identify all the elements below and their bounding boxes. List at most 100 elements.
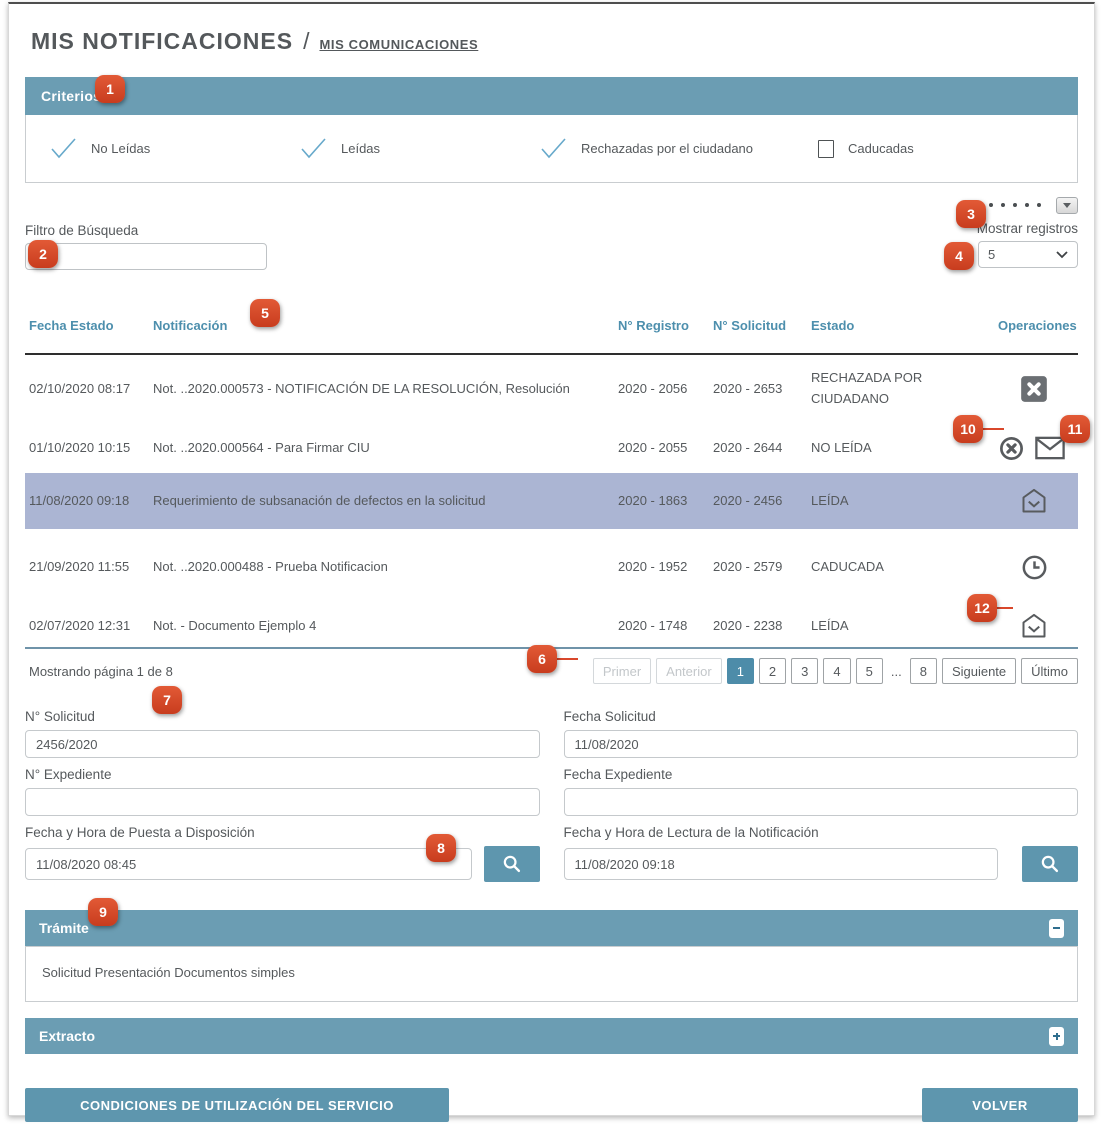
checkbox-checked-icon xyxy=(540,138,567,159)
num-expediente-input[interactable] xyxy=(25,788,540,816)
tramite-content: Solicitud Presentación Documentos simple… xyxy=(42,965,295,980)
row-registro: 2020 - 1748 xyxy=(618,616,713,637)
back-button[interactable]: VOLVER xyxy=(922,1088,1078,1122)
tramite-accordion: Trámite Solicitud Presentación Documento… xyxy=(25,910,1078,1002)
lectura-notificacion-search-button[interactable] xyxy=(1022,846,1078,882)
row-solicitud: 2020 - 2238 xyxy=(713,616,811,637)
row-estado: LEÍDA xyxy=(811,491,998,512)
puesta-disposicion-search-button[interactable] xyxy=(484,846,540,882)
read-envelope-icon[interactable] xyxy=(1020,487,1048,515)
row-estado: LEÍDA xyxy=(811,616,998,637)
column-header-operaciones: Operaciones xyxy=(998,317,1091,343)
tramite-title: Trámite xyxy=(39,920,89,936)
pagination-prev-button[interactable]: Anterior xyxy=(656,658,722,684)
pagination-page-4[interactable]: 4 xyxy=(823,658,850,684)
pagination-page-2[interactable]: 2 xyxy=(759,658,786,684)
row-solicitud: 2020 - 2653 xyxy=(713,379,811,400)
criterios-panel: Criterios No Leídas Leídas Rechazadas po… xyxy=(25,77,1078,183)
lectura-notificacion-input[interactable] xyxy=(564,848,999,880)
checkbox-rechazadas[interactable]: Rechazadas por el ciudadano xyxy=(540,138,818,159)
fecha-expediente-input[interactable] xyxy=(564,788,1079,816)
row-solicitud: 2020 - 2579 xyxy=(713,557,811,578)
table-row[interactable]: 02/07/2020 12:31 Not. - Documento Ejempl… xyxy=(25,605,1078,647)
unread-envelope-icon[interactable] xyxy=(1035,436,1065,460)
extracto-title: Extracto xyxy=(39,1028,95,1044)
table-header-row: Fecha Estado Notificación N° Registro N°… xyxy=(25,309,1078,355)
pagination: Mostrando página 1 de 8 Primer Anterior … xyxy=(25,649,1078,693)
row-fecha: 11/08/2020 09:18 xyxy=(25,491,153,512)
row-solicitud: 2020 - 2456 xyxy=(713,491,811,512)
checkbox-leidas[interactable]: Leídas xyxy=(300,138,540,159)
criterios-title: Criterios xyxy=(41,88,101,104)
mis-comunicaciones-link[interactable]: MIS COMUNICACIONES xyxy=(319,37,478,52)
field-label: Fecha y Hora de Puesta a Disposición xyxy=(25,825,540,840)
footer-actions: CONDICIONES DE UTILIZACIÓN DEL SERVICIO … xyxy=(25,1088,1078,1122)
table-row[interactable]: 02/10/2020 08:17 Not. ..2020.000573 - NO… xyxy=(25,355,1078,423)
conditions-button[interactable]: CONDICIONES DE UTILIZACIÓN DEL SERVICIO xyxy=(25,1088,449,1122)
list-controls: Filtro de Búsqueda Mostrar registros 5 xyxy=(25,195,1078,287)
page-title: MIS NOTIFICACIONES xyxy=(31,28,293,55)
field-fecha-solicitud: Fecha Solicitud xyxy=(564,709,1079,758)
expired-clock-icon[interactable] xyxy=(1021,554,1048,581)
field-fecha-expediente: Fecha Expediente xyxy=(564,767,1079,816)
criterios-header: Criterios xyxy=(25,77,1078,115)
records-controls: Mostrar registros 5 xyxy=(977,195,1078,268)
checkbox-checked-icon xyxy=(300,138,327,159)
row-fecha: 02/07/2020 12:31 xyxy=(25,616,153,637)
row-notificacion: Not. ..2020.000488 - Prueba Notificacion xyxy=(153,557,618,578)
checkbox-unchecked-icon xyxy=(818,140,834,158)
table-row-selected[interactable]: 11/08/2020 09:18 Requerimiento de subsan… xyxy=(25,473,1078,529)
search-filter-input[interactable] xyxy=(25,243,267,270)
row-registro: 2020 - 1863 xyxy=(618,491,713,512)
column-settings-dots xyxy=(977,203,1041,207)
dropdown-arrow-icon xyxy=(1063,203,1071,208)
checkbox-no-leidas[interactable]: No Leídas xyxy=(50,138,300,159)
field-label: N° Solicitud xyxy=(25,709,540,724)
show-records-value: 5 xyxy=(988,247,995,262)
search-filter-group: Filtro de Búsqueda xyxy=(25,223,267,270)
reject-circle-icon[interactable] xyxy=(998,435,1025,462)
pagination-page-5[interactable]: 5 xyxy=(856,658,883,684)
field-label: N° Expediente xyxy=(25,767,540,782)
checkbox-caducadas[interactable]: Caducadas xyxy=(818,140,914,158)
extracto-accordion: Extracto xyxy=(25,1018,1078,1054)
column-header-registro: N° Registro xyxy=(618,317,713,343)
num-solicitud-input[interactable] xyxy=(25,730,540,758)
row-registro: 2020 - 2056 xyxy=(618,379,713,400)
puesta-disposicion-input[interactable] xyxy=(25,848,472,880)
criterios-body: No Leídas Leídas Rechazadas por el ciuda… xyxy=(25,115,1078,183)
pagination-page-3[interactable]: 3 xyxy=(791,658,818,684)
pagination-first-button[interactable]: Primer xyxy=(593,658,651,684)
field-label: Fecha Solicitud xyxy=(564,709,1079,724)
chevron-down-icon xyxy=(1056,251,1068,259)
collapse-minus-icon[interactable] xyxy=(1049,919,1064,938)
pagination-page-8[interactable]: 8 xyxy=(910,658,937,684)
notifications-page: MIS NOTIFICACIONES / MIS COMUNICACIONES … xyxy=(8,2,1095,1116)
pagination-page-1[interactable]: 1 xyxy=(727,658,754,684)
column-header-fecha-estado: Fecha Estado xyxy=(25,317,153,343)
title-separator: / xyxy=(303,28,309,55)
row-registro: 2020 - 1952 xyxy=(618,557,713,578)
fecha-solicitud-input[interactable] xyxy=(564,730,1079,758)
tramite-accordion-body: Solicitud Presentación Documentos simple… xyxy=(25,946,1078,1002)
row-estado: NO LEÍDA xyxy=(811,438,998,459)
extracto-accordion-header[interactable]: Extracto xyxy=(25,1018,1078,1054)
rejected-square-icon[interactable] xyxy=(1020,375,1048,403)
table-row[interactable]: 21/09/2020 11:55 Not. ..2020.000488 - Pr… xyxy=(25,529,1078,605)
row-notificacion: Not. - Documento Ejemplo 4 xyxy=(153,616,618,637)
table-row[interactable]: 01/10/2020 10:15 Not. ..2020.000564 - Pa… xyxy=(25,423,1078,473)
expand-plus-icon[interactable] xyxy=(1049,1027,1064,1046)
pagination-last-button[interactable]: Último xyxy=(1021,658,1078,684)
pagination-next-button[interactable]: Siguiente xyxy=(942,658,1016,684)
read-envelope-icon[interactable] xyxy=(1020,612,1048,640)
tramite-accordion-header[interactable]: Trámite xyxy=(25,910,1078,946)
search-filter-label: Filtro de Búsqueda xyxy=(25,223,267,238)
notifications-table: Fecha Estado Notificación N° Registro N°… xyxy=(25,309,1078,649)
checkbox-checked-icon xyxy=(50,138,77,159)
column-settings-dropdown-button[interactable] xyxy=(1056,197,1078,214)
pagination-ellipsis: ... xyxy=(888,658,905,684)
row-fecha: 01/10/2020 10:15 xyxy=(25,438,153,459)
pagination-status: Mostrando página 1 de 8 xyxy=(25,664,173,679)
show-records-select[interactable]: 5 xyxy=(978,241,1078,268)
checkbox-label: Caducadas xyxy=(848,141,914,156)
